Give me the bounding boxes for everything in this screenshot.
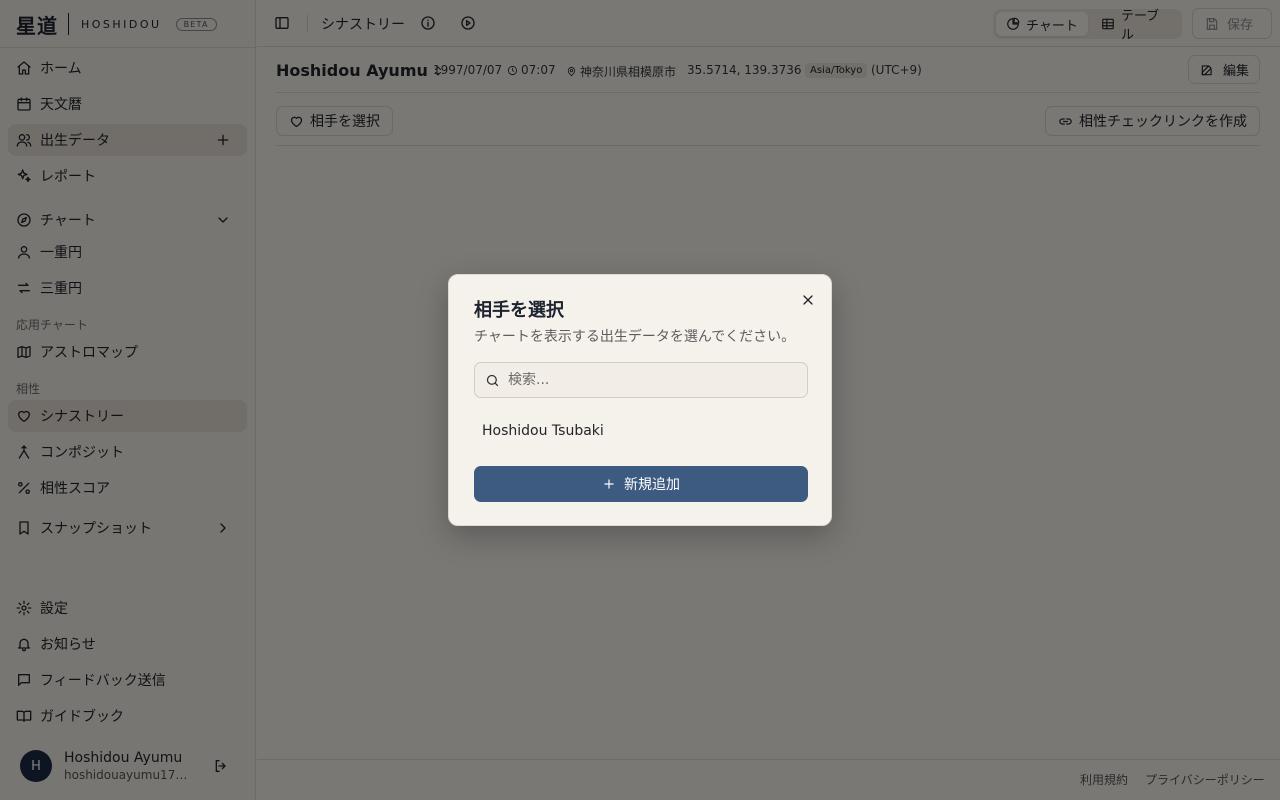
- plus-icon: [604, 479, 614, 489]
- search-field: [474, 362, 808, 398]
- dialog-title: 相手を選択: [474, 300, 564, 321]
- list-item[interactable]: Hoshidou Tsubaki: [474, 415, 808, 447]
- select-partner-dialog: 相手を選択 チャートを表示する出生データを選んでください。 Hoshidou T…: [448, 274, 832, 526]
- close-icon[interactable]: [800, 292, 816, 308]
- dialog-description: チャートを表示する出生データを選んでください。: [474, 329, 796, 345]
- add-new-button[interactable]: 新規追加: [474, 466, 808, 502]
- search-input[interactable]: [508, 372, 798, 388]
- search-icon: [486, 374, 499, 386]
- add-new-label: 新規追加: [624, 477, 680, 493]
